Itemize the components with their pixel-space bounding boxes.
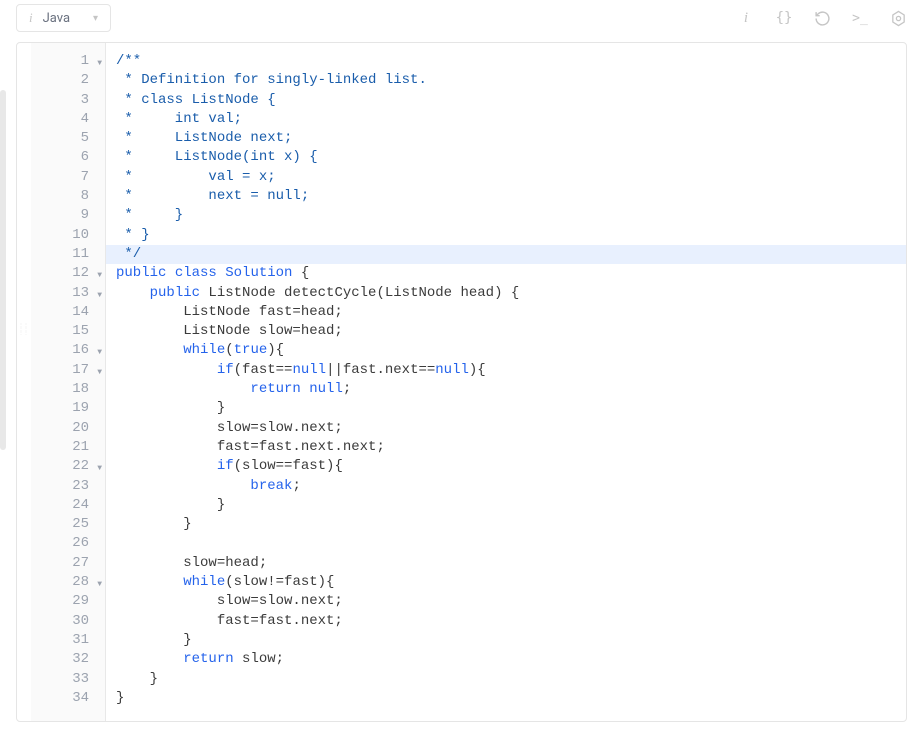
code-line[interactable]: * ListNode next; bbox=[106, 129, 906, 148]
line-number: 4 bbox=[31, 110, 105, 129]
drag-handle[interactable]: ⋮⋮ ⋮⋮ ⋮⋮ bbox=[17, 43, 31, 721]
line-number: 13▼ bbox=[31, 284, 105, 303]
code-line[interactable]: } bbox=[106, 399, 906, 418]
line-number: 33 bbox=[31, 670, 105, 689]
code-line[interactable]: * } bbox=[106, 226, 906, 245]
line-number: 18 bbox=[31, 380, 105, 399]
line-number-gutter: 1▼23456789101112▼13▼141516▼17▼1819202122… bbox=[31, 43, 106, 721]
code-line[interactable]: /** bbox=[106, 52, 906, 71]
language-selector[interactable]: i Java ▾ bbox=[16, 4, 111, 32]
code-line[interactable]: if(slow==fast){ bbox=[106, 457, 906, 476]
code-content[interactable]: /** * Definition for singly-linked list.… bbox=[106, 43, 906, 721]
code-line[interactable]: } bbox=[106, 689, 906, 708]
code-line[interactable]: return null; bbox=[106, 380, 906, 399]
code-line[interactable]: * Definition for singly-linked list. bbox=[106, 71, 906, 90]
line-number: 5 bbox=[31, 129, 105, 148]
line-number: 10 bbox=[31, 226, 105, 245]
code-line[interactable]: slow=slow.next; bbox=[106, 592, 906, 611]
code-line[interactable]: return slow; bbox=[106, 650, 906, 669]
line-number: 11 bbox=[31, 245, 105, 264]
line-number: 15 bbox=[31, 322, 105, 341]
toolbar-left: i Java ▾ bbox=[16, 4, 111, 32]
line-number: 23 bbox=[31, 477, 105, 496]
code-line[interactable]: * ListNode(int x) { bbox=[106, 148, 906, 167]
code-line[interactable]: * class ListNode { bbox=[106, 91, 906, 110]
line-number: 30 bbox=[31, 612, 105, 631]
code-line[interactable]: } bbox=[106, 631, 906, 650]
undo-icon[interactable] bbox=[813, 9, 831, 27]
line-number: 3 bbox=[31, 91, 105, 110]
line-number: 24 bbox=[31, 496, 105, 515]
code-line[interactable]: slow=head; bbox=[106, 554, 906, 573]
terminal-icon[interactable]: >_ bbox=[851, 9, 869, 27]
line-number: 21 bbox=[31, 438, 105, 457]
line-number: 16▼ bbox=[31, 341, 105, 360]
code-line[interactable]: * next = null; bbox=[106, 187, 906, 206]
line-number: 6 bbox=[31, 148, 105, 167]
line-number: 22▼ bbox=[31, 457, 105, 476]
code-line[interactable] bbox=[106, 534, 906, 553]
code-line[interactable]: */ bbox=[106, 245, 906, 264]
code-line[interactable]: slow=slow.next; bbox=[106, 419, 906, 438]
code-line[interactable]: * } bbox=[106, 206, 906, 225]
code-line[interactable]: break; bbox=[106, 477, 906, 496]
code-line[interactable]: while(true){ bbox=[106, 341, 906, 360]
code-line[interactable]: fast=fast.next; bbox=[106, 612, 906, 631]
toolbar-right: i {} >_ bbox=[737, 9, 907, 27]
code-line[interactable]: ListNode fast=head; bbox=[106, 303, 906, 322]
line-number: 8 bbox=[31, 187, 105, 206]
line-number: 28▼ bbox=[31, 573, 105, 592]
code-line[interactable]: * val = x; bbox=[106, 168, 906, 187]
language-label: Java bbox=[43, 11, 77, 26]
line-number: 20 bbox=[31, 419, 105, 438]
code-line[interactable]: public class Solution { bbox=[106, 264, 906, 283]
code-line[interactable]: * int val; bbox=[106, 110, 906, 129]
scrollbar-indicator bbox=[0, 90, 6, 450]
info-icon[interactable]: i bbox=[737, 9, 755, 27]
code-line[interactable]: ListNode slow=head; bbox=[106, 322, 906, 341]
line-number: 25 bbox=[31, 515, 105, 534]
line-number: 1▼ bbox=[31, 52, 105, 71]
line-number: 9 bbox=[31, 206, 105, 225]
code-line[interactable]: fast=fast.next.next; bbox=[106, 438, 906, 457]
braces-icon[interactable]: {} bbox=[775, 9, 793, 27]
line-number: 34 bbox=[31, 689, 105, 708]
settings-icon[interactable] bbox=[889, 9, 907, 27]
line-number: 7 bbox=[31, 168, 105, 187]
code-line[interactable]: } bbox=[106, 515, 906, 534]
code-line[interactable]: public ListNode detectCycle(ListNode hea… bbox=[106, 284, 906, 303]
code-line[interactable]: } bbox=[106, 670, 906, 689]
line-number: 32 bbox=[31, 650, 105, 669]
line-number: 19 bbox=[31, 399, 105, 418]
code-line[interactable]: } bbox=[106, 496, 906, 515]
code-line[interactable]: if(fast==null||fast.next==null){ bbox=[106, 361, 906, 380]
code-line[interactable]: while(slow!=fast){ bbox=[106, 573, 906, 592]
line-number: 31 bbox=[31, 631, 105, 650]
editor-toolbar: i Java ▾ i {} >_ bbox=[0, 0, 923, 42]
line-number: 2 bbox=[31, 71, 105, 90]
info-icon: i bbox=[29, 10, 33, 26]
line-number: 17▼ bbox=[31, 361, 105, 380]
chevron-down-icon: ▾ bbox=[93, 13, 98, 24]
line-number: 14 bbox=[31, 303, 105, 322]
line-number: 27 bbox=[31, 554, 105, 573]
code-editor: ⋮⋮ ⋮⋮ ⋮⋮ 1▼23456789101112▼13▼141516▼17▼1… bbox=[16, 42, 907, 722]
line-number: 26 bbox=[31, 534, 105, 553]
line-number: 12▼ bbox=[31, 264, 105, 283]
line-number: 29 bbox=[31, 592, 105, 611]
